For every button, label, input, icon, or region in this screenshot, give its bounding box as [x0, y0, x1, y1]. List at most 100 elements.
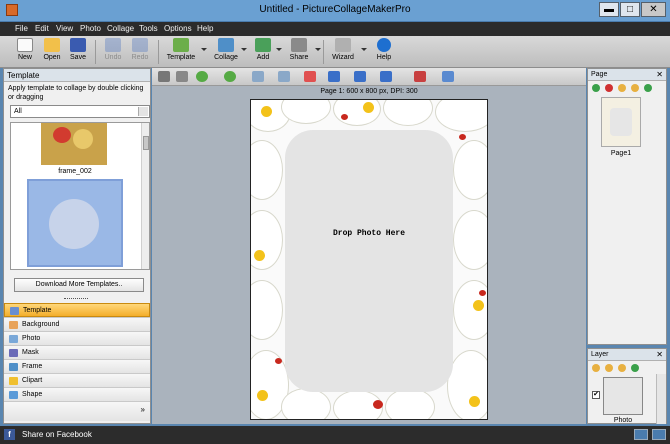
printer-icon — [291, 38, 307, 52]
add-page-icon[interactable] — [592, 84, 600, 92]
monitor-icon[interactable] — [634, 429, 648, 440]
wizard-button[interactable]: Wizard — [327, 38, 359, 66]
maximize-button[interactable]: □ — [620, 2, 640, 17]
menu-view[interactable]: View — [56, 24, 73, 33]
move-down-icon[interactable] — [631, 84, 639, 92]
bring-forward-icon[interactable] — [196, 71, 208, 82]
move-up-icon[interactable] — [618, 84, 626, 92]
layer-visibility-checkbox[interactable]: ✔ — [592, 391, 600, 399]
layer-thumbnail[interactable] — [603, 377, 643, 415]
paste-icon[interactable] — [278, 71, 290, 82]
save-disk-icon — [70, 38, 86, 52]
page-thumbnail[interactable] — [601, 97, 641, 147]
user-icon[interactable] — [158, 71, 170, 82]
send-backward-icon[interactable] — [224, 71, 236, 82]
category-mask[interactable]: Mask — [4, 345, 150, 359]
download-templates-button[interactable]: Download More Templates.. — [14, 278, 144, 292]
collage-icon — [218, 38, 234, 52]
category-more[interactable]: » — [4, 401, 150, 421]
share-dropdown-arrow[interactable] — [315, 48, 321, 51]
panel-header: Template — [4, 69, 150, 82]
wizard-dropdown-arrow[interactable] — [361, 48, 367, 51]
daisy-center — [363, 102, 374, 113]
menu-tools[interactable]: Tools — [139, 24, 158, 33]
share-facebook-link[interactable]: Share on Facebook — [22, 430, 92, 439]
photo-placeholder — [49, 199, 99, 249]
add-button[interactable]: Add — [248, 38, 278, 66]
facebook-icon[interactable]: f — [4, 429, 15, 440]
menu-file[interactable]: File — [15, 24, 28, 33]
menu-bar: File Edit View Photo Collage Tools Optio… — [0, 22, 670, 36]
toolbar-separator — [95, 40, 96, 64]
scroll-thumb[interactable] — [143, 136, 149, 150]
template-list-scrollbar[interactable] — [141, 123, 149, 269]
size-icon[interactable] — [380, 71, 392, 82]
layer-top-icon[interactable] — [618, 364, 626, 372]
template-button[interactable]: Template — [164, 38, 198, 66]
shape-icon — [9, 391, 18, 399]
minimize-button[interactable]: ▬ — [599, 2, 619, 17]
add-image-icon — [255, 38, 271, 52]
toolbar-separator — [323, 40, 324, 64]
layer-tools — [588, 362, 666, 374]
layer-panel-header: Layer ✕ — [588, 349, 666, 361]
layer-scrollbar[interactable] — [656, 374, 666, 424]
category-shape[interactable]: Shape — [4, 387, 150, 401]
template-panel: Template Apply template to collage by do… — [3, 68, 151, 424]
layer-refresh-icon[interactable] — [631, 364, 639, 372]
daisy-decoration — [435, 100, 487, 132]
delete-icon[interactable] — [304, 71, 316, 82]
image-edit-icon[interactable] — [414, 71, 426, 82]
template-thumbnail-frame-002[interactable] — [41, 123, 107, 165]
template-dropdown-arrow[interactable] — [201, 48, 207, 51]
align-icon[interactable] — [328, 71, 340, 82]
menu-help[interactable]: Help — [197, 24, 213, 33]
page-tools — [588, 82, 666, 94]
ladybug — [373, 400, 383, 409]
collage-button[interactable]: Collage — [210, 38, 242, 66]
menu-edit[interactable]: Edit — [35, 24, 49, 33]
close-button[interactable]: ✕ — [641, 2, 666, 17]
undo-button[interactable]: Undo — [98, 38, 128, 66]
photo-drop-zone[interactable] — [285, 130, 453, 392]
menu-collage[interactable]: Collage — [107, 24, 134, 33]
category-clipart[interactable]: Clipart — [4, 373, 150, 387]
menu-photo[interactable]: Photo — [80, 24, 101, 33]
new-button[interactable]: New — [10, 38, 40, 66]
clipart-icon — [9, 377, 18, 385]
add-dropdown-arrow[interactable] — [276, 48, 282, 51]
template-list[interactable]: frame_002 — [10, 122, 150, 270]
layer-up-icon[interactable] — [592, 364, 600, 372]
collage-dropdown-arrow[interactable] — [241, 48, 247, 51]
crop-icon[interactable] — [176, 71, 188, 82]
template-thumbnail[interactable] — [27, 179, 123, 267]
copy-icon[interactable] — [252, 71, 264, 82]
window-icon[interactable] — [652, 429, 666, 440]
template-filter-select[interactable]: All — [10, 105, 150, 118]
collage-page[interactable]: Drop Photo Here — [250, 99, 488, 420]
delete-page-icon[interactable] — [605, 84, 613, 92]
refresh-icon[interactable] — [644, 84, 652, 92]
layer-down-icon[interactable] — [605, 364, 613, 372]
category-background[interactable]: Background — [4, 317, 150, 331]
share-button[interactable]: Share — [284, 38, 314, 66]
menu-options[interactable]: Options — [164, 24, 192, 33]
help-button[interactable]: Help — [369, 38, 399, 66]
chevron-down-icon — [138, 107, 148, 116]
category-photo[interactable]: Photo — [4, 331, 150, 345]
splitter-grip[interactable] — [64, 298, 88, 300]
distribute-icon[interactable] — [354, 71, 366, 82]
ladybug — [479, 290, 486, 296]
ladybug — [275, 358, 282, 364]
redo-button[interactable]: Redo — [125, 38, 155, 66]
folder-icon — [44, 38, 60, 52]
daisy-decoration — [383, 100, 433, 126]
category-template[interactable]: Template — [4, 303, 150, 317]
category-frame[interactable]: Frame — [4, 359, 150, 373]
close-icon[interactable]: ✕ — [656, 70, 663, 79]
close-icon[interactable]: ✕ — [656, 350, 663, 359]
daisy-decoration — [281, 388, 331, 419]
save-button[interactable]: Save — [63, 38, 93, 66]
page-label: Page1 — [610, 150, 632, 157]
rotate-icon[interactable] — [442, 71, 454, 82]
